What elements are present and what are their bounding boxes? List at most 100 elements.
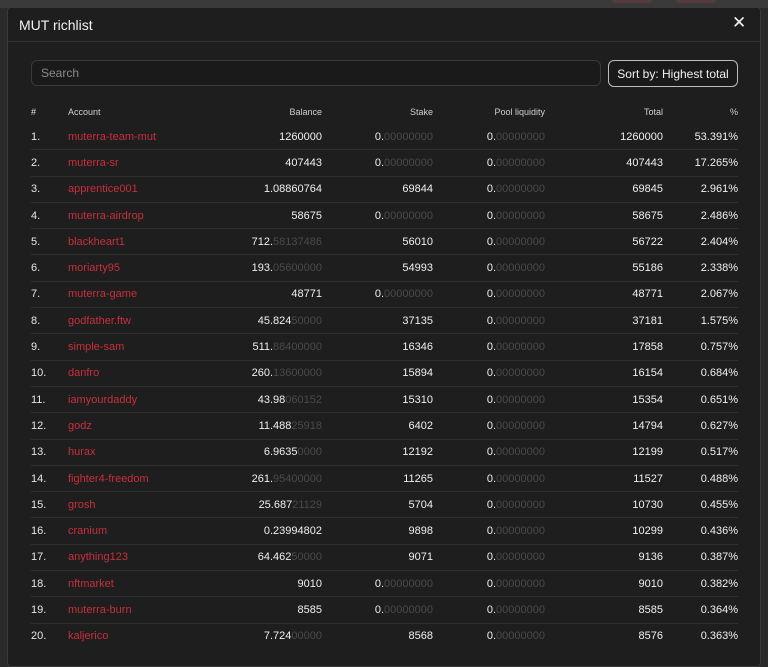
account-cell: muterra-team-mut	[68, 124, 188, 150]
account-link[interactable]: iamyourdaddy	[68, 394, 137, 406]
account-link[interactable]: danfro	[68, 367, 99, 379]
account-link[interactable]: muterra-game	[68, 288, 137, 300]
percent-cell: 0.387%	[663, 543, 738, 571]
pool-trailing-decimals: 00000000	[496, 393, 545, 406]
account-link[interactable]: fighter4-freedom	[68, 473, 149, 485]
balance-value: 8585	[297, 603, 322, 616]
balance-cell: 48771	[188, 280, 322, 308]
stake-value: 37135	[402, 314, 433, 327]
rank-cell: 7.	[31, 280, 68, 308]
backdrop-button	[676, 0, 716, 3]
pool-liquidity-cell: 0.00000000	[433, 464, 545, 492]
percent-cell: 0.363%	[663, 622, 738, 649]
balance-cell: 7.72400000	[188, 622, 322, 649]
stake-value: 0.	[374, 156, 385, 169]
stake-value: 9071	[408, 551, 433, 564]
stake-cell: 15894	[322, 359, 433, 387]
percent-cell: 2.486%	[663, 201, 738, 229]
account-link[interactable]: godz	[68, 420, 92, 432]
rank-cell: 3.	[31, 175, 68, 203]
balance-value: 11.488	[258, 419, 292, 432]
rank-cell: 19.	[31, 596, 68, 624]
pool-liquidity-cell: 0.00000000	[433, 280, 545, 308]
account-cell: muterra-sr	[68, 149, 188, 177]
balance-value: 261.	[251, 472, 274, 485]
pool-liquidity-cell: 0.00000000	[433, 201, 545, 229]
rank-cell: 6.	[31, 254, 68, 282]
pool-value: 0.	[486, 262, 497, 275]
account-cell: anything123	[68, 543, 188, 571]
column-header-stake: Stake	[409, 107, 433, 117]
pool-trailing-decimals: 00000000	[496, 262, 545, 275]
total-cell: 9136	[545, 543, 663, 571]
table-row: 2. muterra-sr 407443 0.00000000 0.00000000 40…	[31, 149, 738, 177]
total-cell: 56722	[545, 228, 663, 255]
stake-cell: 37135	[322, 307, 433, 334]
percent-cell: 0.627%	[663, 412, 738, 440]
account-link[interactable]: kaljerico	[68, 630, 108, 642]
balance-cell: 58675	[188, 201, 322, 229]
pool-value: 0.	[486, 551, 497, 564]
balance-trailing-decimals: 060152	[285, 393, 322, 406]
account-cell: hurax	[68, 438, 188, 466]
stake-trailing-decimals: 00000000	[384, 209, 433, 222]
pool-trailing-decimals: 00000000	[496, 446, 545, 459]
account-link[interactable]: hurax	[68, 446, 96, 458]
search-input[interactable]	[31, 60, 601, 86]
account-link[interactable]: nftmarket	[68, 578, 114, 590]
table-row: 6. moriarty95 193.05600000 54993 0.00000000 5…	[31, 254, 738, 282]
pool-value: 0.	[486, 630, 497, 643]
account-link[interactable]: anything123	[68, 551, 128, 563]
rank-cell: 8.	[31, 307, 68, 334]
stake-trailing-decimals: 00000000	[384, 130, 433, 143]
table-row: 7. muterra-game 48771 0.00000000 0.00000000 4…	[31, 280, 738, 308]
pool-value: 0.	[486, 314, 497, 327]
balance-cell: 8585	[188, 596, 322, 624]
pool-liquidity-cell: 0.00000000	[433, 438, 545, 466]
percent-cell: 0.651%	[663, 385, 738, 413]
account-link[interactable]: muterra-team-mut	[68, 131, 156, 143]
percent-cell: 2.338%	[663, 254, 738, 282]
column-header-percent: %	[729, 107, 738, 117]
balance-value: 43.98	[257, 393, 286, 406]
stake-value: 16346	[402, 341, 433, 354]
balance-trailing-decimals: 05600000	[273, 262, 322, 275]
balance-value: 45.824	[257, 314, 292, 327]
pool-trailing-decimals: 00000000	[496, 577, 545, 590]
account-link[interactable]: muterra-airdrop	[68, 210, 144, 222]
pool-trailing-decimals: 00000000	[496, 367, 545, 380]
rank-cell: 10.	[31, 359, 68, 387]
account-cell: blackheart1	[68, 228, 188, 255]
balance-value: 407443	[285, 156, 322, 169]
account-link[interactable]: simple-sam	[68, 341, 124, 353]
balance-value: 7.724	[263, 630, 292, 643]
account-link[interactable]: moriarty95	[68, 262, 120, 274]
percent-cell: 0.488%	[663, 464, 738, 492]
close-icon[interactable]: ✕	[732, 14, 746, 31]
rank-cell: 12.	[31, 412, 68, 440]
account-link[interactable]: blackheart1	[68, 236, 125, 248]
account-link[interactable]: grosh	[68, 499, 96, 511]
account-cell: grosh	[68, 491, 188, 518]
pool-liquidity-cell: 0.00000000	[433, 175, 545, 203]
pool-liquidity-cell: 0.00000000	[433, 596, 545, 624]
column-header-pool-liquidity: Pool liquidity	[494, 107, 545, 117]
account-link[interactable]: muterra-burn	[68, 604, 132, 616]
account-link[interactable]: godfather.ftw	[68, 315, 131, 327]
balance-value: 712.	[251, 235, 274, 248]
table-row: 14. fighter4-freedom 261.95400000 11265 0.00…	[31, 464, 738, 492]
account-link[interactable]: cranium	[68, 525, 107, 537]
total-cell: 14794	[545, 412, 663, 440]
account-link[interactable]: muterra-sr	[68, 157, 119, 169]
pool-value: 0.	[486, 577, 497, 590]
balance-cell: 407443	[188, 149, 322, 177]
sort-button[interactable]: Sort by: Highest total	[608, 60, 738, 87]
total-cell: 16154	[545, 359, 663, 387]
stake-cell: 9071	[322, 543, 433, 571]
pool-liquidity-cell: 0.00000000	[433, 333, 545, 361]
stake-cell: 6402	[322, 412, 433, 440]
balance-value: 511.	[252, 341, 274, 354]
account-link[interactable]: apprentice001	[68, 183, 138, 195]
balance-trailing-decimals: 58137486	[273, 235, 322, 248]
balance-cell: 11.48825918	[188, 412, 322, 440]
